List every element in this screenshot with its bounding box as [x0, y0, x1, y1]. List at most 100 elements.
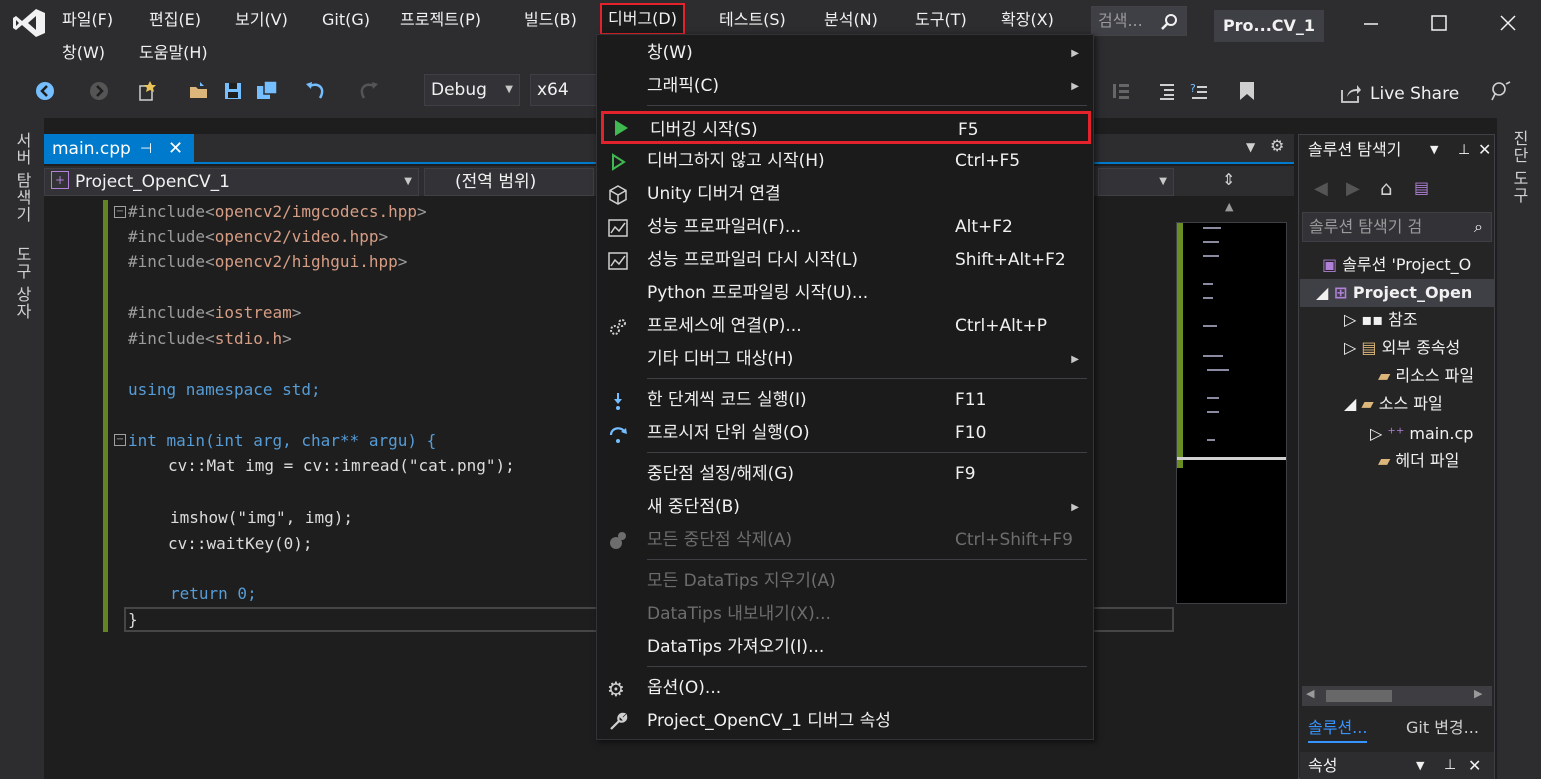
solution-search-input[interactable]: 솔루션 탐색기 검 ⌕	[1302, 212, 1492, 242]
tree-item-references[interactable]: ▷ ▪▪ 참조	[1344, 306, 1418, 334]
minimize-icon[interactable]	[1348, 8, 1394, 38]
menu-item-step-into[interactable]: 한 단계씩 코드 실행(I) F11	[597, 384, 1093, 417]
menu-debug[interactable]: 디버그(D)	[600, 3, 685, 35]
menu-view[interactable]: 보기(V)	[235, 8, 288, 32]
new-project-icon[interactable]	[136, 80, 158, 102]
menu-item-attach-unity[interactable]: Unity 디버거 연결	[597, 178, 1093, 211]
switch-views-icon[interactable]: ▤	[1414, 178, 1429, 197]
forward-icon[interactable]	[88, 80, 110, 102]
menu-item-window[interactable]: 창(W) ▶	[597, 37, 1093, 70]
back-icon[interactable]: ◀	[1314, 178, 1328, 199]
menu-item-performance-profiler[interactable]: 성능 프로파일러(F)... Alt+F2	[597, 211, 1093, 244]
back-icon[interactable]	[34, 80, 56, 102]
fold-toggle-icon[interactable]: −	[114, 434, 126, 446]
member-scope-dropdown[interactable]: ▼	[1098, 168, 1174, 196]
pin-icon[interactable]: ⊥	[1458, 136, 1470, 164]
menu-item-python-profiling[interactable]: Python 프로파일링 시작(U)...	[597, 277, 1093, 310]
menu-edit[interactable]: 편집(E)	[149, 8, 201, 32]
save-all-icon[interactable]	[256, 80, 278, 102]
diagnostic-tools-tab[interactable]: 진단 도구	[1507, 130, 1531, 204]
menu-item-toggle-breakpoint[interactable]: 중단점 설정/해제(G) F9	[597, 458, 1093, 491]
menu-build[interactable]: 빌드(B)	[524, 8, 577, 32]
home-icon[interactable]: ⌂	[1380, 176, 1393, 200]
scroll-up-icon[interactable]: ▲	[1225, 200, 1233, 213]
settings-gear-icon[interactable]: ⚙	[1270, 136, 1284, 155]
tree-item-header-files[interactable]: ▰ 헤더 파일	[1378, 447, 1459, 475]
pin-icon[interactable]: ⊣	[140, 134, 152, 164]
menu-help[interactable]: 도움말(H)	[139, 41, 208, 65]
forward-icon[interactable]: ▶	[1346, 178, 1360, 199]
redo-icon[interactable]	[358, 80, 380, 102]
menu-test[interactable]: 테스트(S)	[719, 8, 786, 32]
horizontal-scrollbar[interactable]: ◀ ▶	[1302, 686, 1492, 706]
menu-item-graphics[interactable]: 그래픽(C) ▶	[597, 70, 1093, 103]
menu-item-step-over[interactable]: 프로시저 단위 실행(O) F10	[597, 417, 1093, 450]
panel-close-icon[interactable]: ✕	[1478, 136, 1491, 164]
menu-item-other-debug-targets[interactable]: 기타 디버그 대상(H) ▶	[597, 343, 1093, 376]
tree-item-external-deps[interactable]: ▷ ▤ 외부 종속성	[1344, 334, 1460, 362]
tab-label: main.cpp	[52, 139, 131, 159]
toolbox-tab[interactable]: 도구 상자	[10, 246, 34, 320]
tab-solution-explorer[interactable]: 솔루션...	[1308, 714, 1368, 743]
tree-item-label: 외부 종속성	[1381, 338, 1461, 357]
open-folder-icon[interactable]	[188, 80, 210, 102]
tab-git-changes[interactable]: Git 변경...	[1406, 714, 1479, 738]
solution-config-dropdown[interactable]: Debug ▼	[424, 74, 520, 106]
menu-file[interactable]: 파일(F)	[62, 8, 113, 32]
menu-project[interactable]: 프로젝트(P)	[400, 8, 481, 32]
menu-item-new-breakpoint[interactable]: 새 중단점(B) ▶	[597, 491, 1093, 524]
tree-item-solution[interactable]: ▣ 솔루션 'Project_O	[1322, 251, 1471, 279]
menu-window[interactable]: 창(W)	[62, 41, 105, 65]
comment-lines-icon[interactable]	[1156, 80, 1178, 102]
close-icon[interactable]	[1485, 8, 1531, 38]
panel-close-icon[interactable]: ✕	[1468, 752, 1481, 779]
scrollbar-thumb[interactable]	[1326, 690, 1392, 702]
tree-item-project[interactable]: ◢ ⊞ Project_Open	[1316, 279, 1472, 307]
uncomment-lines-icon[interactable]: ?	[1188, 80, 1210, 102]
minimap[interactable]	[1176, 222, 1287, 604]
tree-item-label: main.cp	[1409, 424, 1474, 443]
live-share-button[interactable]: Live Share	[1340, 82, 1459, 106]
search-icon	[1161, 14, 1177, 30]
bookmark-icon[interactable]	[1236, 80, 1258, 102]
split-icon[interactable]: ⇕	[1222, 170, 1235, 189]
pin-icon[interactable]: ⊥	[1444, 752, 1456, 779]
server-explorer-tab[interactable]: 서버 탐색기	[10, 132, 34, 223]
format-icon[interactable]	[1110, 80, 1132, 102]
tab-overflow-icon[interactable]: ▼	[1246, 140, 1255, 154]
scroll-left-icon[interactable]: ◀	[1306, 687, 1314, 700]
menu-item-options[interactable]: ⚙ 옵션(O)...	[597, 672, 1093, 705]
search-input[interactable]: 검색...	[1091, 6, 1187, 36]
platform-dropdown[interactable]: x64	[530, 74, 600, 106]
menu-git[interactable]: Git(G)	[322, 8, 370, 32]
tree-item-source-files[interactable]: ◢ ▰ 소스 파일	[1344, 390, 1443, 418]
tree-item-main-cpp[interactable]: ▷ ⁺⁺ main.cp	[1370, 420, 1473, 448]
menu-item-label: Unity 디버거 연결	[647, 184, 781, 204]
scroll-right-icon[interactable]: ▶	[1474, 687, 1482, 700]
visual-studio-logo-icon[interactable]	[12, 8, 46, 38]
menu-item-start-debugging[interactable]: 디버깅 시작(S) F5	[601, 111, 1091, 144]
save-icon[interactable]	[222, 80, 244, 102]
menu-item-attach-to-process[interactable]: 프로세스에 연결(P)... Ctrl+Alt+P	[597, 310, 1093, 343]
menu-item-import-datatips[interactable]: DataTips 가져오기(I)...	[597, 631, 1093, 664]
fold-toggle-icon[interactable]: −	[114, 206, 126, 218]
global-scope-dropdown[interactable]: (전역 범위)	[424, 168, 594, 196]
menu-analyze[interactable]: 분석(N)	[824, 8, 878, 32]
menu-extensions[interactable]: 확장(X)	[1001, 8, 1054, 32]
project-scope-dropdown[interactable]: + Project_OpenCV_1 ▼	[44, 168, 419, 196]
maximize-icon[interactable]	[1416, 8, 1462, 38]
menu-item-shortcut: F5	[958, 120, 979, 140]
collapsed-icon: ▷	[1344, 338, 1362, 357]
menu-tools[interactable]: 도구(T)	[915, 8, 967, 32]
tree-item-resource-files[interactable]: ▰ 리소스 파일	[1378, 362, 1474, 390]
menu-item-relaunch-profiler[interactable]: 성능 프로파일러 다시 시작(L) Shift+Alt+F2	[597, 244, 1093, 277]
chevron-down-icon[interactable]: ▼	[1430, 136, 1438, 164]
tab-close-icon[interactable]: ✕	[168, 134, 183, 164]
left-tool-strip: 서버 탐색기 도구 상자	[0, 118, 44, 779]
menu-item-debug-properties[interactable]: Project_OpenCV_1 디버그 속성	[597, 705, 1093, 738]
chevron-down-icon[interactable]: ▼	[1416, 752, 1424, 779]
menu-item-start-without-debugging[interactable]: 디버그하지 않고 시작(H) Ctrl+F5	[597, 145, 1093, 178]
undo-icon[interactable]	[304, 80, 326, 102]
tab-main-cpp[interactable]: main.cpp ⊣ ✕	[44, 134, 194, 164]
feedback-icon[interactable]	[1490, 80, 1512, 102]
